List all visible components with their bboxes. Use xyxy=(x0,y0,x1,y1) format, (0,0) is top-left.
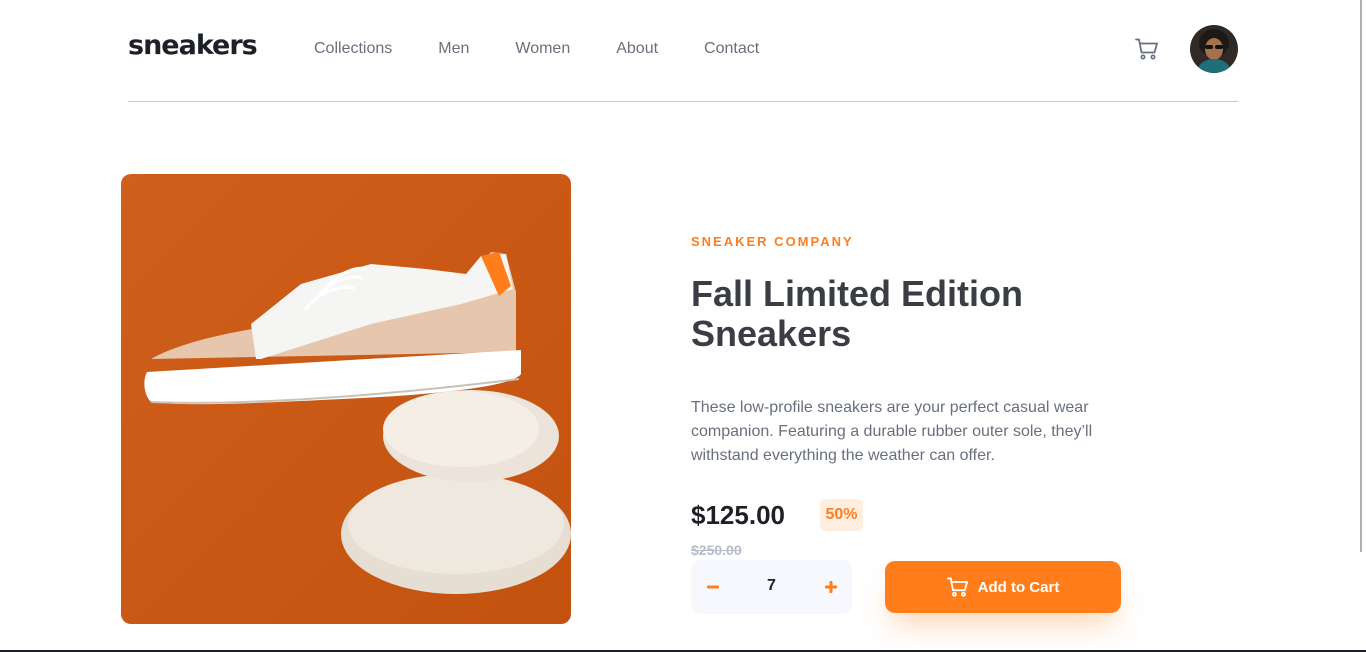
discount-badge: 50% xyxy=(820,499,863,531)
cart-icon xyxy=(946,577,968,597)
current-price: $125.00 xyxy=(691,500,785,530)
nav-contact[interactable]: Contact xyxy=(704,40,759,58)
avatar[interactable] xyxy=(1190,25,1238,73)
quantity-stepper: 7 xyxy=(691,560,852,614)
product-title-line2: Sneakers xyxy=(691,313,852,354)
nav-men[interactable]: Men xyxy=(438,40,469,58)
product-title-line1: Fall Limited Edition xyxy=(691,273,1023,314)
increase-quantity-button[interactable] xyxy=(821,577,841,597)
company-label: SNEAKER COMPANY xyxy=(691,234,854,249)
plus-icon xyxy=(825,581,837,593)
add-to-cart-button[interactable]: Add to Cart xyxy=(885,561,1121,613)
product-title: Fall Limited Edition Sneakers xyxy=(691,274,1121,354)
original-price: $250.00 xyxy=(691,542,742,558)
site-header: sneakers Collections Men Women About Con… xyxy=(128,0,1238,102)
main-nav: Collections Men Women About Contact xyxy=(314,40,805,58)
nav-women[interactable]: Women xyxy=(515,40,570,58)
nav-about[interactable]: About xyxy=(616,40,658,58)
logo[interactable]: sneakers xyxy=(128,30,258,61)
cart-button[interactable] xyxy=(1135,38,1159,62)
product-image[interactable] xyxy=(121,174,571,624)
nav-collections[interactable]: Collections xyxy=(314,40,392,58)
product-description: These low-profile sneakers are your perf… xyxy=(691,399,1093,464)
cart-icon xyxy=(1135,38,1158,60)
scrollbar[interactable] xyxy=(1360,0,1362,552)
add-to-cart-label: Add to Cart xyxy=(977,578,1060,596)
